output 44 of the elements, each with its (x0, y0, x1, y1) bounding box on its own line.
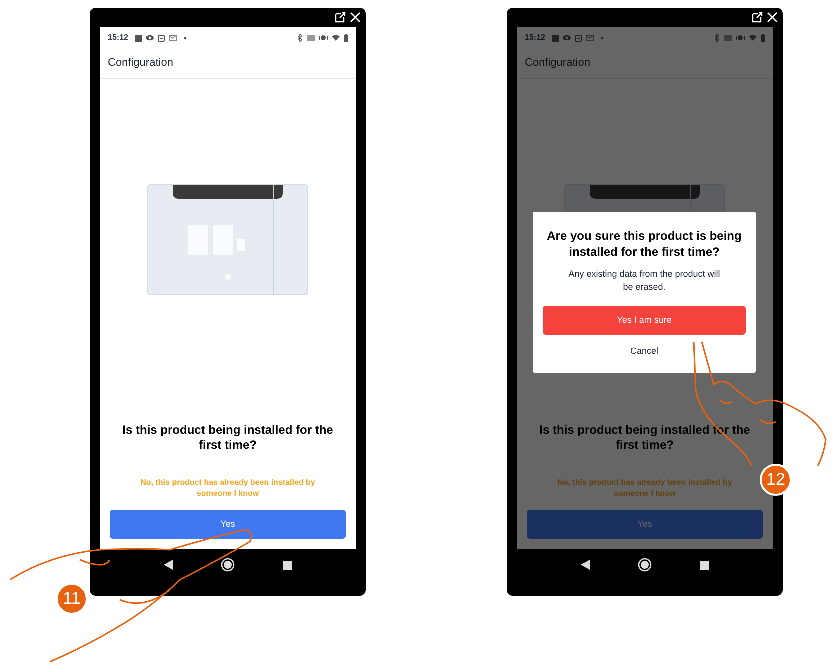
step-badge: 12 (760, 464, 792, 496)
question-text: Is this product being installed for the first time? (122, 423, 334, 453)
eye-icon (146, 35, 154, 41)
yes-button[interactable]: Yes (110, 510, 346, 539)
external-link-icon[interactable] (335, 12, 346, 23)
status-time: 15:12 (525, 32, 546, 44)
close-icon[interactable] (767, 12, 778, 23)
step-badge: 11 (56, 583, 88, 615)
screen-title: Configuration (108, 56, 174, 72)
already-installed-link[interactable]: No, this product has already been installed by someone I know (128, 477, 328, 499)
cast-icon (307, 35, 315, 41)
image-icon (135, 34, 142, 42)
yes-button[interactable]: Yes (527, 510, 763, 539)
home-icon[interactable] (638, 558, 652, 572)
dot-icon (184, 36, 188, 40)
bluetooth-icon (298, 34, 303, 42)
image-icon (552, 34, 560, 42)
wifi-icon (332, 35, 340, 41)
vibrate-icon (319, 35, 328, 41)
home-icon[interactable] (221, 558, 235, 572)
wifi-icon (749, 35, 757, 41)
back-icon[interactable] (164, 560, 173, 570)
dialog-title: Are you sure this product is being installed for the first time? (546, 228, 743, 260)
screen-title: Configuration (525, 56, 590, 72)
external-link-icon[interactable] (752, 12, 763, 23)
battery-icon (761, 34, 765, 42)
dialog-message: Any existing data from the product will be erased. (568, 268, 722, 294)
vibrate-icon (736, 35, 745, 41)
status-time: 15:12 (108, 32, 128, 44)
bluetooth-icon (715, 34, 720, 42)
screen-icon (575, 34, 582, 42)
mail-icon (169, 35, 178, 41)
cancel-button[interactable]: Cancel (620, 339, 668, 365)
eye-icon (563, 35, 572, 41)
battery-icon (344, 34, 348, 42)
close-icon[interactable] (350, 12, 361, 23)
screen-icon (158, 34, 166, 42)
mail-icon (586, 35, 594, 41)
recents-icon[interactable] (283, 560, 292, 570)
cast-icon (724, 35, 732, 41)
confirm-button[interactable]: Yes I am sure (543, 306, 746, 335)
recents-icon[interactable] (700, 560, 709, 570)
dot-icon (601, 36, 604, 40)
back-icon[interactable] (581, 560, 590, 570)
